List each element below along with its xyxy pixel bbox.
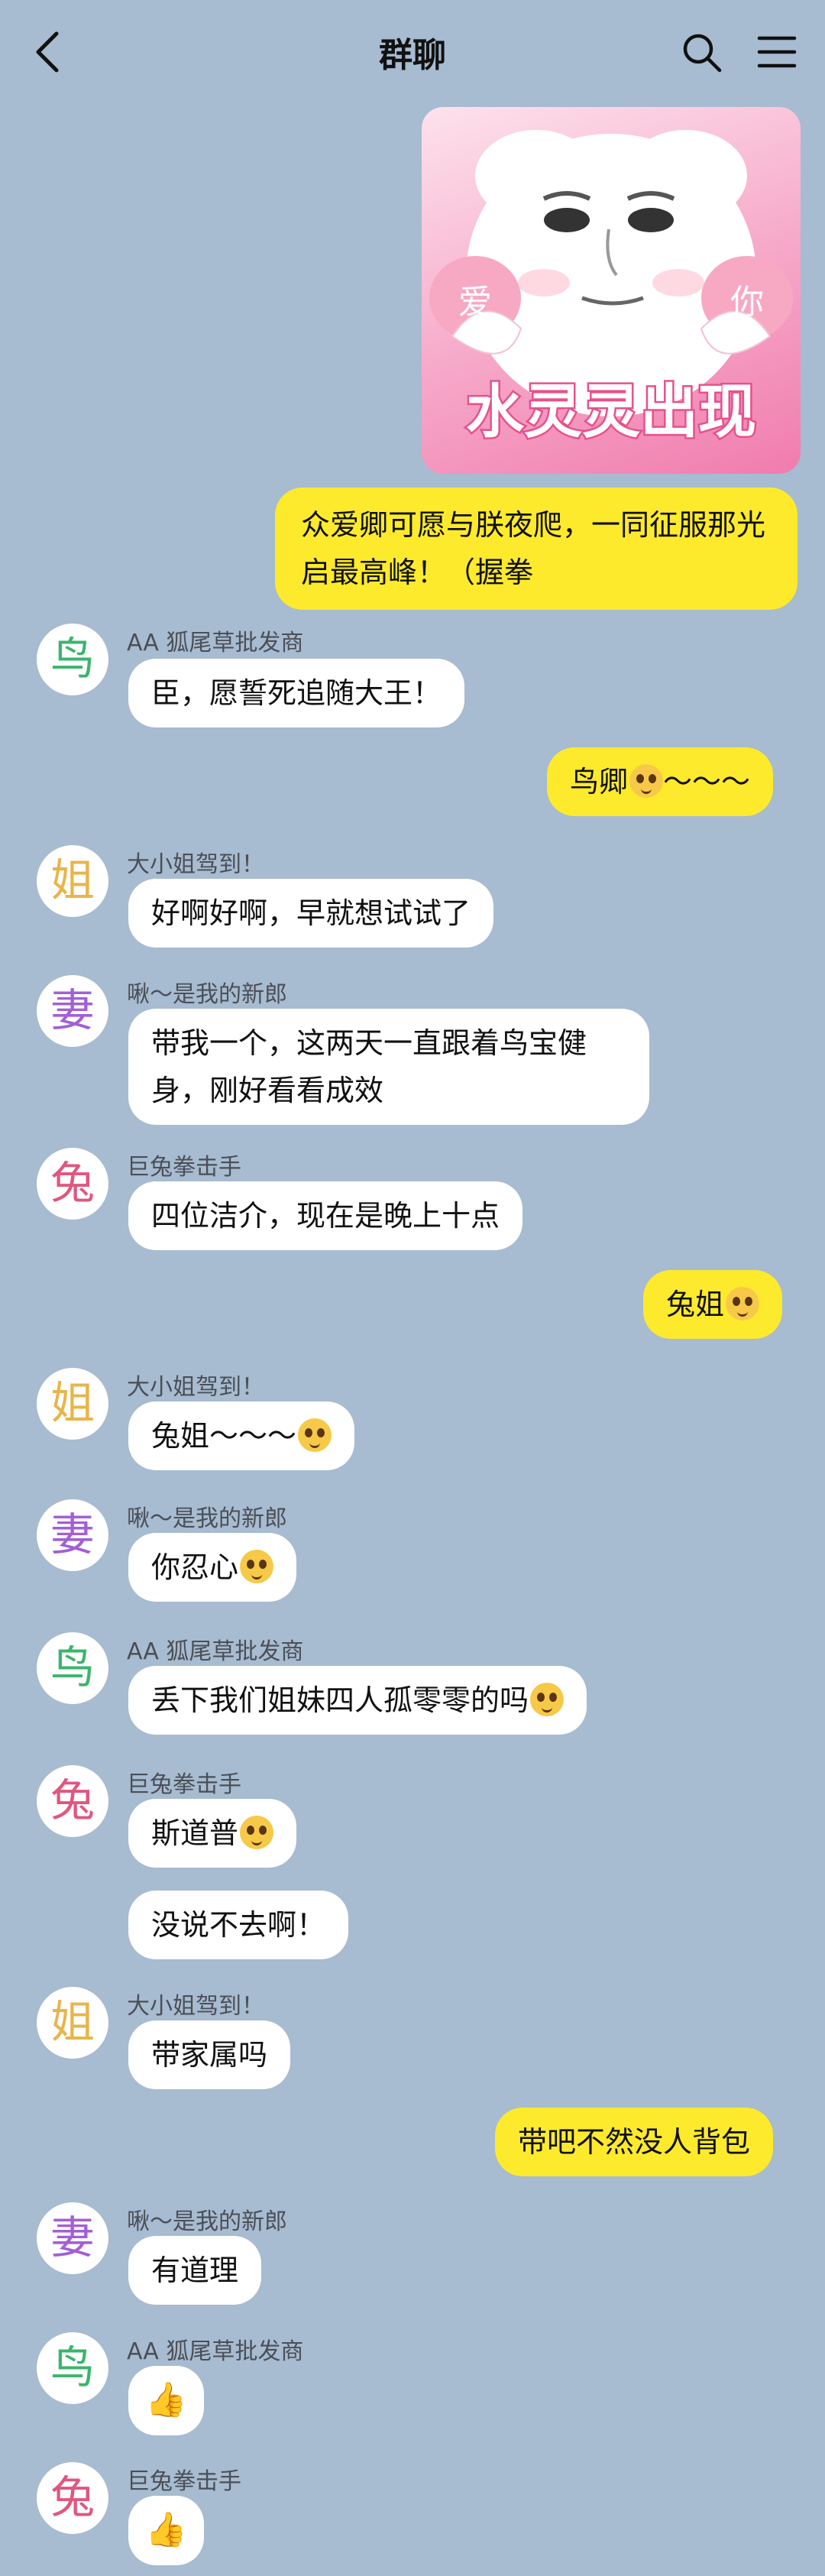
message-bubble[interactable]: 带家属吗 xyxy=(128,2020,291,2089)
sender-name: 巨兔拳击手 xyxy=(127,1154,241,1181)
svg-text:妻: 妻 xyxy=(50,984,95,1036)
message-bubble-mine[interactable]: 众爱卿可愿与朕夜爬，一同征服那光启最高峰！（握拳 xyxy=(275,488,798,610)
sticker-artwork: 爱 你 水灵灵出现 xyxy=(429,130,793,448)
svg-text:鸟: 鸟 xyxy=(50,633,95,685)
sender-name: 大小姐驾到！ xyxy=(127,1993,264,2020)
avatar-lady[interactable]: 姐 xyxy=(37,1987,108,2059)
message-bubble[interactable]: 兔姐～～～ xyxy=(128,1401,355,1470)
sender-name: 大小姐驾到！ xyxy=(127,1374,264,1401)
pleading-face-emoji-icon xyxy=(629,764,664,798)
avatar-rabbit[interactable]: 兔 xyxy=(37,1765,108,1837)
svg-text:妻: 妻 xyxy=(50,1508,95,1560)
thumbs-up-icon: 👍 xyxy=(145,2510,187,2549)
sender-name: 大小姐驾到！ xyxy=(127,851,264,878)
svg-text:兔: 兔 xyxy=(50,2471,95,2523)
message-bubble[interactable]: 没说不去啊！ xyxy=(128,1891,349,1959)
grinning-sweat-emoji-icon xyxy=(240,1816,274,1849)
sender-name: AA 狐尾草批发商 xyxy=(127,2338,304,2365)
avatar-bird[interactable]: 鸟 xyxy=(37,624,108,695)
avatar-bird[interactable]: 鸟 xyxy=(37,1632,108,1704)
thumbs-up-icon: 👍 xyxy=(145,2380,187,2419)
sticker-right-word: 你 xyxy=(730,283,764,322)
avatar-rabbit[interactable]: 兔 xyxy=(37,1148,108,1220)
sticker-left-word: 爱 xyxy=(458,283,492,322)
message-bubble[interactable]: 四位洁介，现在是晚上十点 xyxy=(128,1181,523,1250)
menu-icon[interactable] xyxy=(756,32,798,72)
pleading-face-emoji-icon xyxy=(726,1287,760,1320)
thumbs-up-message[interactable]: 👍 xyxy=(128,2366,204,2435)
message-bubble[interactable]: 好啊好啊，早就想试试了 xyxy=(128,879,494,948)
top-bar: 群聊 xyxy=(0,0,825,107)
sticker-caption: 水灵灵出现 xyxy=(466,377,756,446)
message-bubble[interactable]: 斯道普 xyxy=(128,1799,297,1868)
pleading-face-emoji-icon xyxy=(240,1550,274,1583)
svg-text:鸟: 鸟 xyxy=(50,2341,95,2393)
svg-text:妻: 妻 xyxy=(50,2211,95,2263)
message-bubble[interactable]: 你忍心 xyxy=(128,1533,297,1602)
avatar-lady[interactable]: 姐 xyxy=(37,845,108,917)
avatar-lady[interactable]: 姐 xyxy=(37,1368,108,1440)
sender-name: 啾～是我的新郎 xyxy=(127,2208,287,2235)
message-bubble-mine[interactable]: 带吧不然没人背包 xyxy=(495,2108,774,2176)
message-bubble[interactable]: 臣，愿誓死追随大王！ xyxy=(128,659,465,727)
svg-text:姐: 姐 xyxy=(50,1377,95,1429)
message-bubble[interactable]: 带我一个，这两天一直跟着鸟宝健身，刚好看看成效 xyxy=(128,1009,649,1125)
message-bubble-mine[interactable]: 鸟卿 ～～～ xyxy=(547,747,774,816)
svg-text:兔: 兔 xyxy=(50,1774,95,1826)
pleading-face-emoji-icon xyxy=(530,1683,565,1716)
message-bubble-mine[interactable]: 兔姐 xyxy=(643,1270,783,1339)
message-bubble[interactable]: 丢下我们姐妹四人孤零零的吗 xyxy=(128,1666,587,1735)
sticker-image[interactable]: 爱 你 水灵灵出现 xyxy=(422,107,801,474)
avatar-wife[interactable]: 妻 xyxy=(37,975,108,1047)
avatar-wife[interactable]: 妻 xyxy=(37,1499,108,1571)
svg-text:鸟: 鸟 xyxy=(50,1641,95,1693)
thumbs-up-message[interactable]: 👍 xyxy=(128,2496,204,2565)
avatar-wife[interactable]: 妻 xyxy=(37,2202,108,2274)
avatar-rabbit[interactable]: 兔 xyxy=(37,2462,108,2534)
sender-name: 巨兔拳击手 xyxy=(127,2468,241,2495)
svg-text:姐: 姐 xyxy=(50,1996,95,2048)
search-icon[interactable] xyxy=(680,31,723,73)
sender-name: 啾～是我的新郎 xyxy=(127,1505,287,1532)
svg-text:兔: 兔 xyxy=(50,1157,95,1209)
sender-name: 啾～是我的新郎 xyxy=(127,981,287,1008)
message-bubble[interactable]: 有道理 xyxy=(128,2236,262,2305)
sender-name: AA 狐尾草批发商 xyxy=(127,630,304,656)
sender-name: 巨兔拳击手 xyxy=(127,1771,241,1798)
svg-text:姐: 姐 xyxy=(50,854,95,906)
sender-name: AA 狐尾草批发商 xyxy=(127,1638,304,1665)
pleading-face-emoji-icon xyxy=(298,1418,332,1452)
avatar-bird[interactable]: 鸟 xyxy=(37,2332,108,2404)
